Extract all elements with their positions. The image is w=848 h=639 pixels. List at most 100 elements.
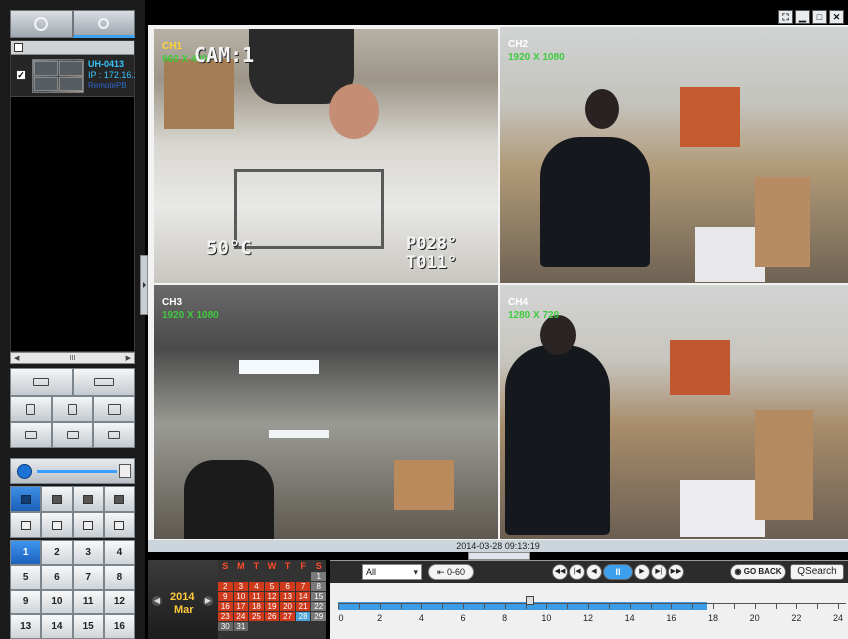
event-filter-select[interactable]: All: [362, 564, 422, 580]
calendar-day[interactable]: 14: [295, 592, 311, 601]
calendar-day[interactable]: 24: [233, 612, 249, 621]
volume-slider[interactable]: [37, 470, 117, 473]
calendar-day[interactable]: 13: [280, 592, 295, 601]
channel-button-11[interactable]: 11: [72, 589, 104, 615]
layout-full-button[interactable]: [10, 512, 42, 538]
select-all-checkbox[interactable]: [14, 43, 23, 52]
rewind-button[interactable]: ◀◀: [552, 564, 568, 580]
channel-button-6[interactable]: 6: [41, 564, 73, 590]
tab-search[interactable]: [72, 10, 135, 38]
channel-button-2[interactable]: 2: [41, 540, 73, 565]
calendar-day[interactable]: 10: [233, 592, 249, 601]
calendar-day[interactable]: 6: [280, 582, 295, 591]
tab-settings[interactable]: [10, 10, 73, 38]
calendar-day[interactable]: 21: [295, 602, 311, 611]
channel-button-7[interactable]: 7: [72, 564, 104, 590]
video-tile-ch1[interactable]: CH1 960 X 480 CAM:1 50°C P028° T011°: [154, 29, 498, 283]
timeline-expand-handle[interactable]: [468, 552, 530, 560]
calendar-day[interactable]: 31: [233, 622, 249, 631]
calendar-day[interactable]: 28: [295, 612, 311, 621]
fullscreen-icon[interactable]: ⛶: [778, 10, 793, 24]
close-icon[interactable]: ✕: [829, 10, 844, 24]
network-button[interactable]: [72, 368, 135, 396]
layout-2x2-button[interactable]: [41, 486, 73, 512]
channel-button-12[interactable]: 12: [103, 589, 135, 615]
scroll-left-icon[interactable]: ◀: [14, 354, 19, 362]
calendar-day[interactable]: 9: [218, 592, 233, 601]
scroll-right-icon[interactable]: ▶: [126, 354, 131, 362]
calendar-day[interactable]: 11: [249, 592, 264, 601]
prev-month-icon[interactable]: ◀: [152, 596, 162, 606]
calendar-day[interactable]: 17: [233, 602, 249, 611]
volume-knob[interactable]: [119, 464, 131, 478]
layout-6-button[interactable]: [41, 512, 73, 538]
video-tile-ch4[interactable]: CH4 1280 X 720: [500, 285, 848, 539]
timeline[interactable]: 0 2 4 6 8 10 12 14 16 18 20 22 24: [338, 589, 846, 637]
playhead-marker[interactable]: [525, 596, 534, 605]
step-forward-button[interactable]: ▶|: [651, 564, 667, 580]
restore-button[interactable]: [93, 422, 136, 448]
calendar-day[interactable]: 23: [218, 612, 233, 621]
qsearch-button[interactable]: QSearch: [790, 564, 844, 580]
calendar-day[interactable]: 2: [218, 582, 233, 591]
next-month-icon[interactable]: ▶: [203, 596, 213, 606]
range-button[interactable]: ⇤ 0-60: [428, 564, 474, 580]
speaker-icon[interactable]: [17, 464, 32, 479]
minimize-icon[interactable]: ▁: [795, 10, 810, 24]
channel-button-13[interactable]: 13: [10, 614, 42, 639]
calendar-day[interactable]: 16: [218, 602, 233, 611]
calendar-day[interactable]: 22: [311, 602, 326, 611]
channel-button-5[interactable]: 5: [10, 564, 42, 590]
scroll-thumb[interactable]: III: [63, 355, 83, 362]
calendar-day[interactable]: 18: [249, 602, 264, 611]
channel-button-1[interactable]: 1: [10, 540, 42, 565]
channel-button-10[interactable]: 10: [41, 589, 73, 615]
layout-3x3-button[interactable]: [72, 486, 104, 512]
channel-button-14[interactable]: 14: [41, 614, 73, 639]
video-tile-ch2[interactable]: CH2 1920 X 1080: [500, 27, 848, 283]
layout-button[interactable]: [93, 396, 136, 422]
import-button[interactable]: [10, 422, 52, 448]
calendar-day[interactable]: 1: [311, 572, 326, 581]
layout-1x1-button[interactable]: [10, 486, 42, 512]
layout-8-button[interactable]: [72, 512, 104, 538]
calendar-day[interactable]: 27: [280, 612, 295, 621]
calendar-day[interactable]: 19: [264, 602, 280, 611]
calendar-day[interactable]: 5: [264, 582, 280, 591]
calendar-day[interactable]: 25: [249, 612, 264, 621]
calendar-day[interactable]: 30: [218, 622, 233, 631]
connect-button[interactable]: [10, 368, 73, 396]
channel-button-16[interactable]: 16: [103, 614, 135, 639]
export-button[interactable]: [51, 396, 94, 422]
go-back-button[interactable]: ◉ GO BACK: [730, 564, 786, 580]
calendar-day[interactable]: 8: [311, 582, 326, 591]
device-checkbox[interactable]: ✓: [16, 70, 26, 80]
channel-button-3[interactable]: 3: [72, 540, 104, 565]
calendar-day[interactable]: 29: [311, 612, 326, 621]
calendar-day[interactable]: 12: [264, 592, 280, 601]
channel-button-8[interactable]: 8: [103, 564, 135, 590]
fast-forward-button[interactable]: ▶▶: [668, 564, 684, 580]
video-tile-ch3[interactable]: CH3 1920 X 1080: [154, 285, 498, 539]
calendar-day[interactable]: 26: [264, 612, 280, 621]
backup-button[interactable]: [51, 422, 94, 448]
calendar-day[interactable]: 20: [280, 602, 295, 611]
calendar-day[interactable]: 4: [249, 582, 264, 591]
calendar-day[interactable]: 15: [311, 592, 326, 601]
step-back-button[interactable]: |◀: [569, 564, 585, 580]
pause-button[interactable]: II: [603, 564, 633, 580]
channel-button-15[interactable]: 15: [72, 614, 104, 639]
device-list-scrollbar[interactable]: ◀ III ▶: [10, 352, 135, 364]
channel-button-9[interactable]: 9: [10, 589, 42, 615]
panel-splitter[interactable]: [140, 255, 148, 315]
maximize-icon[interactable]: □: [812, 10, 827, 24]
calendar-day[interactable]: 7: [295, 582, 311, 591]
layout-13-button[interactable]: [103, 512, 135, 538]
prev-frame-button[interactable]: ◀: [586, 564, 602, 580]
channel-button-4[interactable]: 4: [103, 540, 135, 565]
next-frame-button[interactable]: ▶: [634, 564, 650, 580]
device-item[interactable]: ✓ UH-0413 IP : 172.16.2. RemotePB: [11, 55, 135, 97]
calendar-day[interactable]: 3: [233, 582, 249, 591]
tree-button[interactable]: [10, 396, 52, 422]
layout-4x4-button[interactable]: [103, 486, 135, 512]
